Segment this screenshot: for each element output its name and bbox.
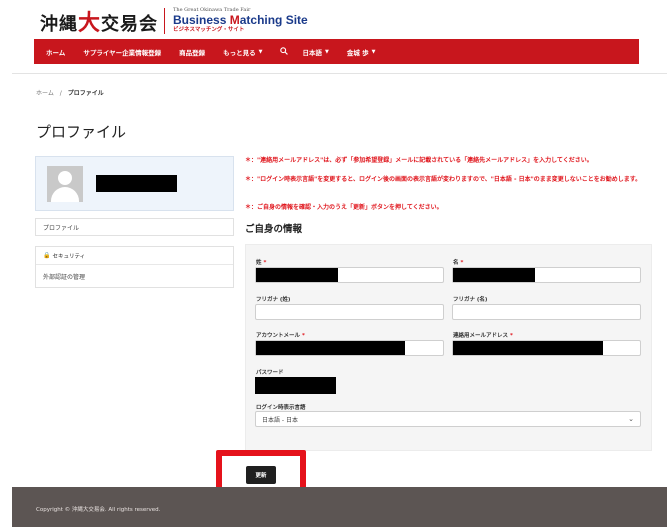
footer: Copyright © 沖縄大交易会. All rights reserved. <box>12 487 667 527</box>
main-nav: ホーム サプライヤー企業情報登録 商品登録 もっと見る ▼ 日本語 ▼ 金城 歩 ▼ <box>34 39 639 64</box>
display-language-label: ログイン時表示言語 <box>256 405 306 411</box>
contact-email-label: 連絡用メールアドレス * <box>453 333 513 339</box>
kana-first-name-label: フリガナ (名) <box>453 297 488 303</box>
sidebar-item-external-auth[interactable]: 外部認証の管理 <box>36 265 233 287</box>
site-logo[interactable]: 沖縄大交易会 The Great Okinawa Trade Fair Busi… <box>40 6 308 36</box>
nav-home[interactable]: ホーム <box>46 47 65 57</box>
redacted-value <box>256 268 338 282</box>
chevron-down-icon: ▼ <box>371 48 376 55</box>
account-email-label: アカウントメール * <box>256 333 305 339</box>
redacted-value <box>453 268 535 282</box>
nav-supplier-registration[interactable]: サプライヤー企業情報登録 <box>83 47 161 57</box>
display-language-value: 日本語 - 日本 <box>262 416 298 424</box>
site-name-jp: ビジネスマッチング・サイト <box>173 27 245 34</box>
sidebar-item-profile[interactable]: プロファイル <box>35 218 234 236</box>
redacted-value <box>453 341 603 355</box>
first-name-input[interactable] <box>452 267 641 283</box>
profile-card <box>35 156 234 211</box>
chevron-down-icon: ⌄ <box>628 415 634 423</box>
notice-contact-email: ＊："連絡用メールアドレス"は、必ず「参加希望登録」メールに記載されている「連絡… <box>245 157 593 164</box>
breadcrumb: ホーム / プロファイル <box>36 88 104 97</box>
password-label: パスワード <box>256 370 284 376</box>
redacted-value <box>256 341 405 355</box>
logo-subtitle: The Great Okinawa Trade Fair Business Ma… <box>173 8 308 34</box>
chevron-down-icon: ▼ <box>324 48 329 55</box>
chevron-down-icon: ▼ <box>258 48 263 55</box>
redacted-user-name <box>96 175 177 192</box>
logo-text: 沖縄大交易会 <box>40 10 159 36</box>
notice-display-language: ＊："ログイン時表示言語"を変更すると、ログイン後の画面の表示言語が変わりますの… <box>245 176 642 183</box>
last-name-label: 姓 * <box>256 260 267 266</box>
last-name-input[interactable] <box>255 267 444 283</box>
kana-last-name-label: フリガナ (姓) <box>256 297 291 303</box>
contact-email-input[interactable] <box>452 340 641 356</box>
header-divider <box>12 73 667 74</box>
logo-divider <box>164 8 166 34</box>
sidebar-security-section: 🔒 セキュリティ 外部認証の管理 <box>35 246 234 288</box>
breadcrumb-separator: / <box>59 90 62 97</box>
breadcrumb-home[interactable]: ホーム <box>36 90 54 97</box>
first-name-label: 名 * <box>453 260 464 266</box>
nav-language[interactable]: 日本語 ▼ <box>302 47 328 57</box>
section-title: ご自身の情報 <box>245 224 303 235</box>
nav-product-registration[interactable]: 商品登録 <box>179 47 205 57</box>
lock-icon: 🔒 <box>43 252 51 259</box>
page-title: プロファイル <box>36 123 127 141</box>
password-value-redacted <box>255 377 336 394</box>
breadcrumb-current: プロファイル <box>67 90 104 97</box>
nav-user-menu[interactable]: 金城 歩 ▼ <box>347 47 376 57</box>
display-language-select[interactable]: 日本語 - 日本 ⌄ <box>255 411 641 427</box>
copyright-text: Copyright © 沖縄大交易会. All rights reserved. <box>36 507 161 513</box>
avatar <box>47 166 83 202</box>
sidebar-security-heading: 🔒 セキュリティ <box>36 247 233 265</box>
site-name: Business Matching Site <box>173 13 308 28</box>
search-icon[interactable] <box>280 46 289 57</box>
notice-update-instruction: ＊：ご自身の情報を確認・入力のうえ「更新」ボタンを押してください。 <box>245 204 443 211</box>
kana-last-name-input[interactable] <box>255 304 444 320</box>
account-email-input[interactable] <box>255 340 444 356</box>
profile-form: 姓 * 名 * フリガナ (姓) フリガナ (名) アカウントメール * 連絡用… <box>245 244 652 451</box>
nav-more[interactable]: もっと見る ▼ <box>223 47 262 57</box>
kana-first-name-input[interactable] <box>452 304 641 320</box>
